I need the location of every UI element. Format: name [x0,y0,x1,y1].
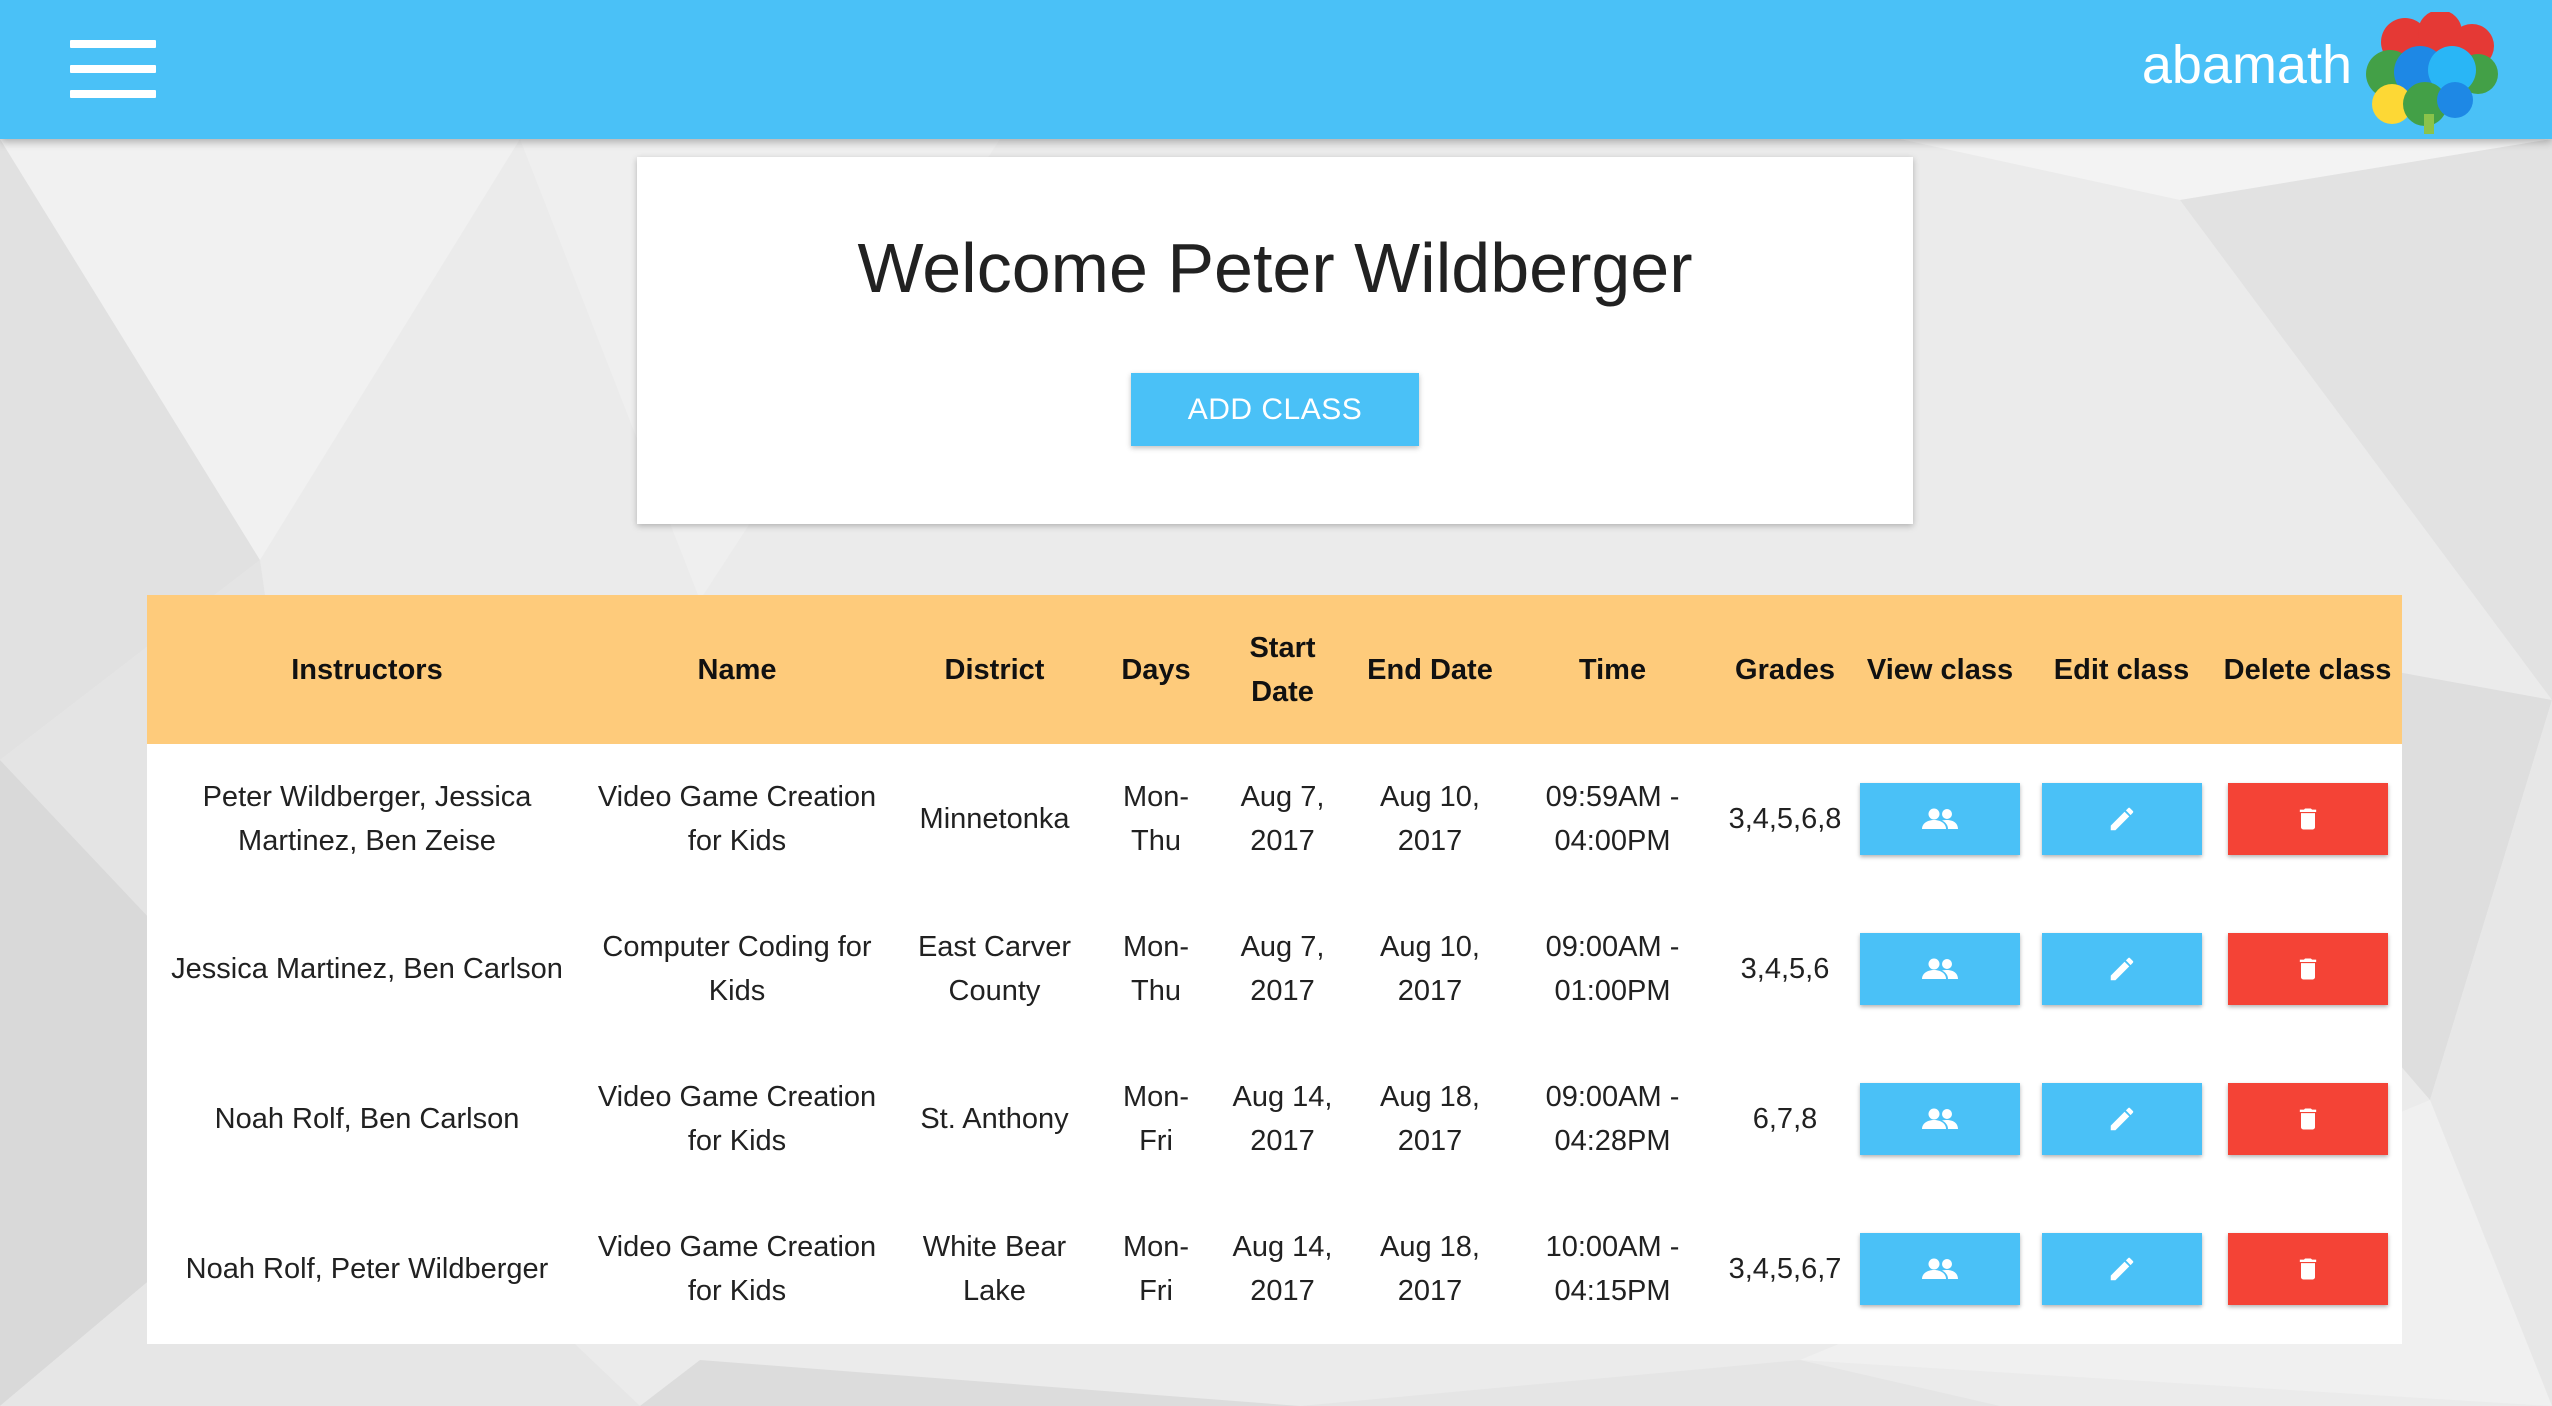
view-class-button[interactable] [1860,1233,2020,1305]
table-row: Noah Rolf, Ben Carlson Video Game Creati… [147,1044,2402,1194]
column-header-end-date: End Date [1367,653,1493,686]
cell-view-class [1850,894,2030,1044]
cell-time: 09:59AM - 04:00PM [1545,781,1680,857]
brand-name: abamath [2141,35,2352,95]
cell-delete-class [2213,1194,2402,1344]
column-header-view-class: View class [1866,653,2014,686]
cell-name: Video Game Creation for Kids [597,781,877,857]
trash-icon [2299,1258,2316,1280]
cell-instructors: Peter Wildberger, Jessica Martinez, Ben … [202,781,532,857]
delete-class-button[interactable] [2227,1233,2388,1305]
cell-end-date: Aug 18, 2017 [1380,1231,1480,1307]
pencil-icon [2110,1257,2133,1281]
cell-start-date: Aug 14, 2017 [1232,1231,1333,1307]
cell-time: 10:00AM - 04:15PM [1545,1231,1680,1307]
view-class-button[interactable] [1860,783,2020,855]
view-class-button[interactable] [1860,933,2020,1005]
cell-instructors: Noah Rolf, Ben Carlson [214,1103,520,1135]
cell-district: East Carver County [917,931,1072,1007]
trash-icon [2299,958,2316,980]
brain-logo-icon [2366,12,2498,134]
edit-class-button[interactable] [2041,783,2202,855]
table-row: Jessica Martinez, Ben Carlson Computer C… [147,894,2402,1044]
column-header-start-date: Start Date [1249,631,1316,708]
cell-view-class [1850,1194,2030,1344]
table-row: Noah Rolf, Peter Wildberger Video Game C… [147,1194,2402,1344]
pencil-icon [2110,1107,2133,1131]
cell-grades: 3,4,5,6 [1740,953,1830,985]
delete-class-button[interactable] [2227,783,2388,855]
cell-district: White Bear Lake [922,1231,1067,1307]
cell-edit-class [2030,1044,2213,1194]
cell-start-date: Aug 14, 2017 [1232,1081,1333,1157]
column-header-delete-class: Delete class [2223,653,2392,686]
column-header-name: Name [697,653,777,686]
cell-grades: 6,7,8 [1752,1103,1818,1135]
edit-class-button[interactable] [2041,1083,2202,1155]
cell-edit-class [2030,894,2213,1044]
cell-district: Minnetonka [919,803,1070,835]
delete-class-button[interactable] [2227,933,2388,1005]
cell-days: Mon-Thu [1122,931,1190,1007]
cell-end-date: Aug 10, 2017 [1380,931,1480,1007]
welcome-title: Welcome Peter Wildberger [857,229,1693,307]
cell-start-date: Aug 7, 2017 [1240,781,1325,857]
cell-view-class [1850,744,2030,894]
welcome-card: Welcome Peter Wildberger ADD CLASS [637,157,1913,524]
hamburger-menu-icon[interactable] [70,40,156,98]
column-header-instructors: Instructors [291,653,443,686]
cell-edit-class [2030,1194,2213,1344]
view-class-button[interactable] [1860,1083,2020,1155]
cell-start-date: Aug 7, 2017 [1240,931,1325,1007]
column-header-days: Days [1121,653,1191,686]
cell-instructors: Noah Rolf, Peter Wildberger [185,1253,549,1285]
app-bar: abamath [0,0,2552,139]
pencil-icon [2110,957,2133,981]
cell-district: St. Anthony [920,1103,1069,1135]
column-header-edit-class: Edit class [2053,653,2190,686]
cell-time: 09:00AM - 04:28PM [1545,1081,1680,1157]
cell-edit-class [2030,744,2213,894]
cell-time: 09:00AM - 01:00PM [1545,931,1680,1007]
add-class-button[interactable]: ADD CLASS [1131,373,1419,446]
cell-grades: 3,4,5,6,7 [1728,1253,1842,1285]
edit-class-button[interactable] [2041,1233,2202,1305]
table-header-row: Instructors Name District Days Start Dat… [147,595,2402,744]
people-icon [1922,808,1958,829]
column-header-time: Time [1578,653,1647,686]
cell-instructors: Jessica Martinez, Ben Carlson [171,953,563,985]
cell-end-date: Aug 10, 2017 [1380,781,1480,857]
trash-icon [2299,808,2316,830]
cell-name: Video Game Creation for Kids [597,1081,877,1157]
cell-name: Video Game Creation for Kids [597,1231,877,1307]
people-icon [1922,1108,1958,1129]
cell-delete-class [2213,894,2402,1044]
cell-end-date: Aug 18, 2017 [1380,1081,1480,1157]
cell-delete-class [2213,1044,2402,1194]
cell-days: Mon-Fri [1122,1231,1190,1307]
people-icon [1922,1258,1958,1279]
cell-name: Computer Coding for Kids [602,931,872,1007]
cell-days: Mon-Fri [1122,1081,1190,1157]
cell-grades: 3,4,5,6,8 [1728,803,1842,835]
cell-view-class [1850,1044,2030,1194]
cell-delete-class [2213,744,2402,894]
classes-table: Instructors Name District Days Start Dat… [147,595,2402,1344]
column-header-district: District [944,653,1045,686]
trash-icon [2299,1108,2316,1130]
column-header-grades: Grades [1735,653,1835,686]
delete-class-button[interactable] [2227,1083,2388,1155]
cell-days: Mon-Thu [1122,781,1190,857]
edit-class-button[interactable] [2041,933,2202,1005]
pencil-icon [2110,807,2133,831]
people-icon [1922,958,1958,979]
table-row: Peter Wildberger, Jessica Martinez, Ben … [147,744,2402,894]
